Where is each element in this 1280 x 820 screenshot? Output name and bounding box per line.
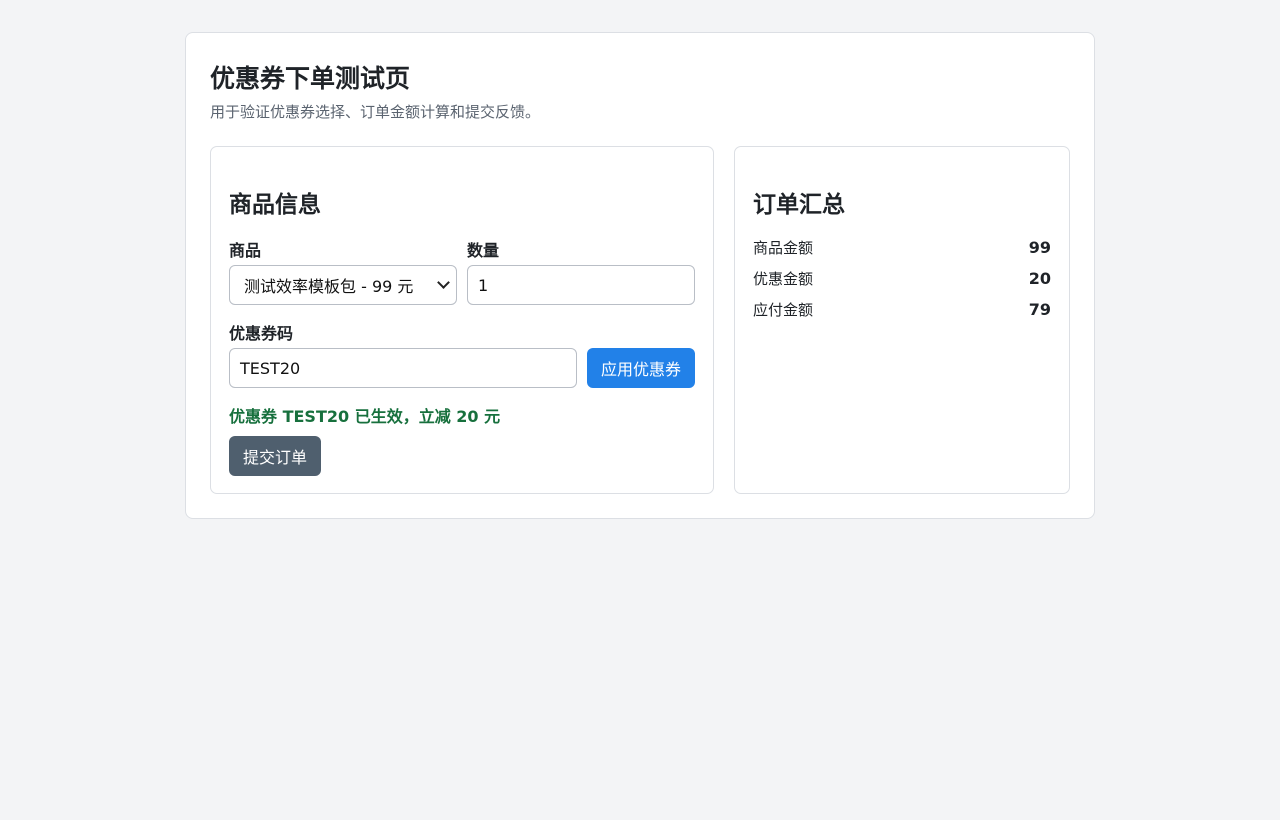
summary-label: 优惠金额: [753, 269, 814, 288]
coupon-status-message: 优惠券 TEST20 已生效，立减 20 元: [229, 407, 501, 426]
product-select-value: 测试效率模板包 - 99 元: [244, 277, 414, 296]
submit-order-button[interactable]: 提交订单: [229, 436, 321, 476]
summary-value: 79: [1028, 299, 1051, 319]
page-card: 优惠券下单测试页 用于验证优惠券选择、订单金额计算和提交反馈。 商品信息 商品 …: [185, 32, 1095, 519]
product-label: 商品: [229, 241, 262, 260]
summary-value: 20: [1028, 268, 1051, 288]
apply-coupon-button[interactable]: 应用优惠券: [587, 348, 695, 388]
quantity-value: 1: [478, 275, 489, 295]
summary-row-discount: 优惠金额 20: [753, 267, 1051, 289]
summary-label: 应付金额: [753, 300, 814, 319]
product-select[interactable]: 测试效率模板包 - 99 元: [229, 265, 457, 305]
quantity-label: 数量: [467, 241, 500, 260]
quantity-input[interactable]: 1: [467, 265, 695, 305]
order-summary-panel: 订单汇总 商品金额 99 优惠金额 20 应付金额 79: [734, 146, 1070, 494]
product-info-panel: 商品信息 商品 测试效率模板包 - 99 元 数量 1 优惠券码 TEST20 …: [210, 146, 714, 494]
summary-row-subtotal: 商品金额 99: [753, 236, 1051, 258]
chevron-down-icon: [437, 276, 450, 289]
page-subtitle: 用于验证优惠券选择、订单金额计算和提交反馈。: [210, 103, 541, 121]
coupon-value: TEST20: [240, 358, 301, 378]
coupon-input[interactable]: TEST20: [229, 348, 577, 388]
summary-label: 商品金额: [753, 238, 814, 257]
summary-value: 99: [1028, 237, 1051, 257]
coupon-label: 优惠券码: [229, 324, 294, 343]
page-title: 优惠券下单测试页: [210, 64, 411, 93]
product-panel-title: 商品信息: [229, 192, 321, 218]
summary-row-total: 应付金额 79: [753, 298, 1051, 320]
summary-panel-title: 订单汇总: [753, 192, 845, 218]
